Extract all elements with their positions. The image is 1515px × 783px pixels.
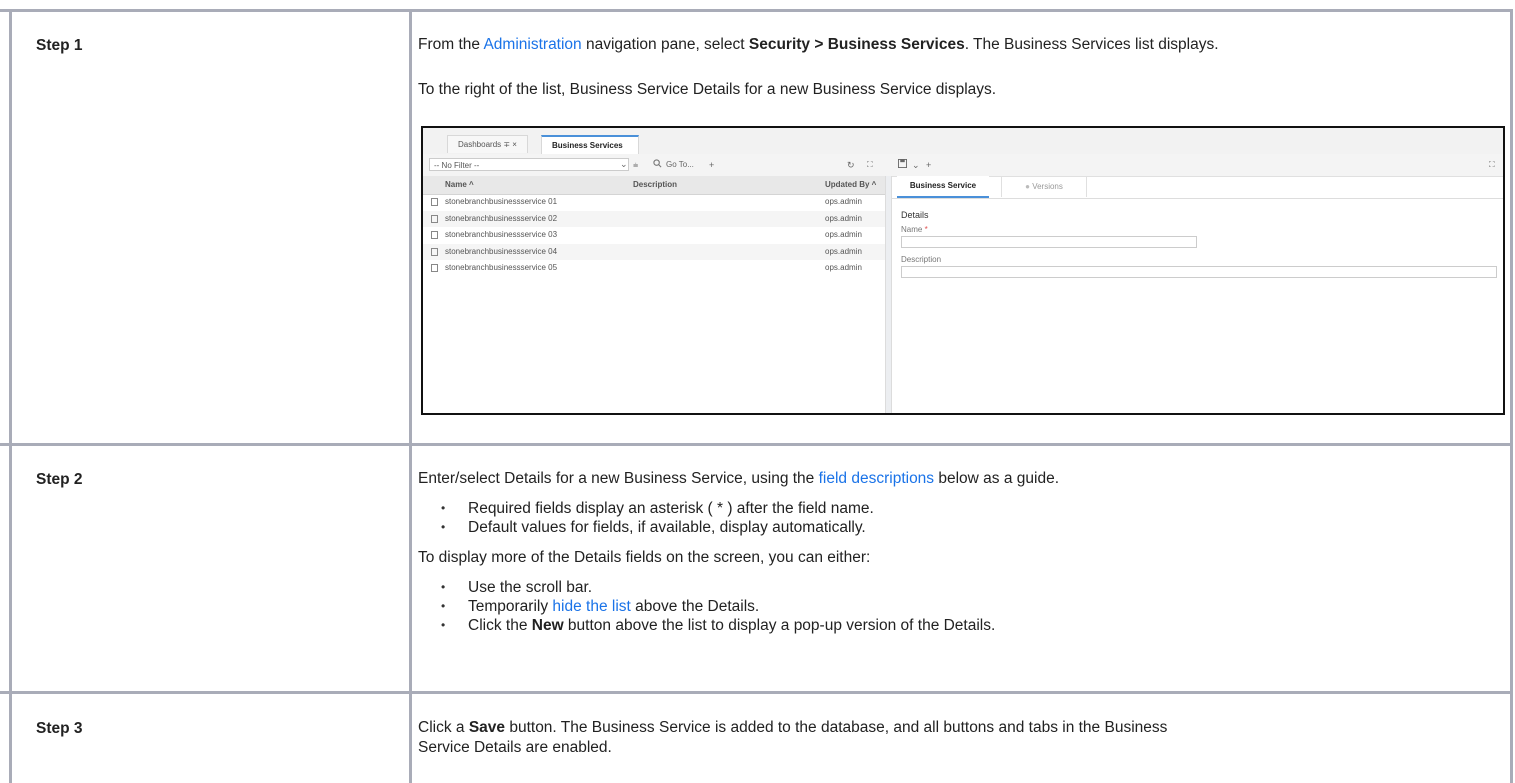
step3-paragraph: Service Details are enabled. (418, 739, 612, 756)
row-divider (0, 443, 1513, 446)
text: above the Details. (630, 598, 760, 615)
table-border-left (9, 9, 12, 783)
goto-button[interactable]: Go To... (666, 158, 694, 172)
save-icon[interactable] (898, 158, 907, 172)
list-item: Default values for fields, if available,… (418, 518, 1508, 537)
table-row[interactable]: stonebranchbusinessservice 04 ops.admin (423, 243, 885, 260)
step1-paragraph: To the right of the list, Business Servi… (418, 81, 997, 98)
text: From the (418, 36, 484, 53)
column-divider (409, 9, 412, 783)
tab-versions[interactable]: ● Versions (1001, 176, 1087, 197)
row-name: stonebranchbusinessservice 01 (445, 197, 558, 206)
expand-icon[interactable]: ⛶ (867, 158, 873, 172)
service-icon (431, 214, 438, 223)
service-icon (431, 264, 438, 272)
row-updated-by: ops.admin (825, 246, 862, 256)
table-row[interactable]: stonebranchbusinessservice 05 ops.admin (423, 260, 885, 277)
step2-content: Enter/select Details for a new Business … (418, 469, 1508, 635)
steps-table: Step 1 Step 2 Step 3 From the Administra… (0, 0, 1513, 783)
required-mark: * (924, 225, 928, 234)
details-pane: Business Service ● Versions Details Name… (891, 176, 1503, 413)
expand-icon[interactable]: ⛶ (1489, 158, 1495, 172)
list-toolbar: -- No Filter -- ⌄ ⩧ Go To... + ↻ ⛶ ⌄ + ⛶ (423, 154, 1503, 177)
tab-business-services[interactable]: Business Services × (541, 135, 639, 167)
text: button above the list to display a pop-u… (563, 617, 996, 634)
tab-bar: Dashboards ∓ × Business Services × (423, 128, 1503, 167)
table-row[interactable]: stonebranchbusinessservice 02 ops.admin (423, 210, 885, 227)
menu-path: Security > Business Services (748, 36, 965, 53)
table-row[interactable]: stonebranchbusinessservice 03 ops.admin (423, 227, 885, 244)
filter-select[interactable]: -- No Filter -- (429, 158, 629, 171)
step3-content: Click a Save button. The Business Servic… (418, 718, 1508, 758)
step2-paragraph: To display more of the Details fields on… (418, 549, 871, 566)
name-field[interactable] (901, 236, 1197, 248)
step1-paragraph: From the Administration navigation pane,… (418, 35, 1508, 55)
column-header-description[interactable]: Description (633, 180, 677, 189)
list-item: Temporarily hide the list above the Deta… (418, 597, 1508, 616)
list-header: Name ^ Description Updated By ^ (423, 176, 885, 195)
step2-paragraph: Enter/select Details for a new Business … (418, 469, 1508, 489)
bullet-list: Required fields display an asterisk ( * … (418, 499, 1508, 537)
row-updated-by: ops.admin (825, 263, 862, 272)
description-field[interactable] (901, 266, 1497, 278)
tab-business-service[interactable]: Business Service (897, 176, 989, 198)
table-row[interactable]: stonebranchbusinessservice 01 ops.admin (423, 194, 885, 211)
service-icon (431, 231, 438, 239)
details-title: Details (901, 210, 929, 220)
add-icon[interactable]: + (926, 158, 931, 172)
search-icon[interactable] (653, 158, 662, 172)
row-name: stonebranchbusinessservice 05 (445, 263, 558, 272)
list-item: Required fields display an asterisk ( * … (418, 499, 1508, 518)
list-item: Click the New button above the list to d… (418, 616, 1508, 635)
step-label: Step 2 (36, 471, 83, 488)
save-button-ref: Save (468, 719, 506, 736)
filter-icon[interactable]: ⩧ (633, 158, 638, 172)
table-border-right (1510, 9, 1513, 783)
row-divider (0, 691, 1513, 694)
chevron-down-icon[interactable]: ⌄ (912, 158, 920, 172)
row-name: stonebranchbusinessservice 03 (445, 230, 558, 239)
text: . The Business Services list displays. (964, 36, 1219, 53)
row-name: stonebranchbusinessservice 02 (445, 213, 558, 223)
text: button. The Business Service is added to… (505, 719, 1168, 736)
table-border-top (0, 9, 1513, 12)
add-icon[interactable]: + (709, 158, 714, 172)
column-header-name[interactable]: Name ^ (445, 180, 474, 189)
row-updated-by: ops.admin (825, 197, 862, 206)
text: Enter/select Details for a new Business … (418, 470, 819, 487)
name-label: Name * (901, 225, 928, 234)
business-services-list: stonebranchbusinessservice 01 ops.admin s… (423, 194, 885, 277)
text: below as a guide. (934, 470, 1060, 487)
refresh-icon[interactable]: ↻ (847, 158, 855, 172)
text: navigation pane, select (581, 36, 749, 53)
field-descriptions-link[interactable]: field descriptions (819, 470, 934, 487)
step3-paragraph: Click a Save button. The Business Servic… (418, 718, 1508, 738)
text: Click a (418, 719, 469, 736)
new-button-ref: New (531, 617, 564, 634)
tab-versions-label: Versions (1032, 182, 1063, 191)
hide-the-list-link[interactable]: hide the list (552, 598, 630, 615)
administration-link[interactable]: Administration (483, 36, 581, 53)
bullet-list: Use the scroll bar. Temporarily hide the… (418, 578, 1508, 635)
column-header-updated-by[interactable]: Updated By ^ (825, 180, 876, 189)
step-label: Step 3 (36, 720, 83, 737)
text: Temporarily (468, 598, 553, 615)
service-icon (431, 247, 438, 256)
chevron-down-icon[interactable]: ⌄ (620, 157, 628, 171)
step-label: Step 1 (36, 37, 83, 54)
text: Click the (468, 617, 532, 634)
service-icon (431, 198, 438, 206)
step1-content: From the Administration navigation pane,… (418, 35, 1508, 100)
row-updated-by: ops.admin (825, 213, 862, 223)
name-label-text: Name (901, 225, 923, 234)
divider (891, 198, 1503, 199)
row-updated-by: ops.admin (825, 230, 862, 239)
row-name: stonebranchbusinessservice 04 (445, 246, 558, 256)
description-label: Description (901, 255, 942, 264)
tab-dashboards[interactable]: Dashboards ∓ × (447, 135, 528, 153)
list-item: Use the scroll bar. (418, 578, 1508, 597)
business-services-screenshot: Dashboards ∓ × Business Services × -- No… (421, 126, 1505, 415)
